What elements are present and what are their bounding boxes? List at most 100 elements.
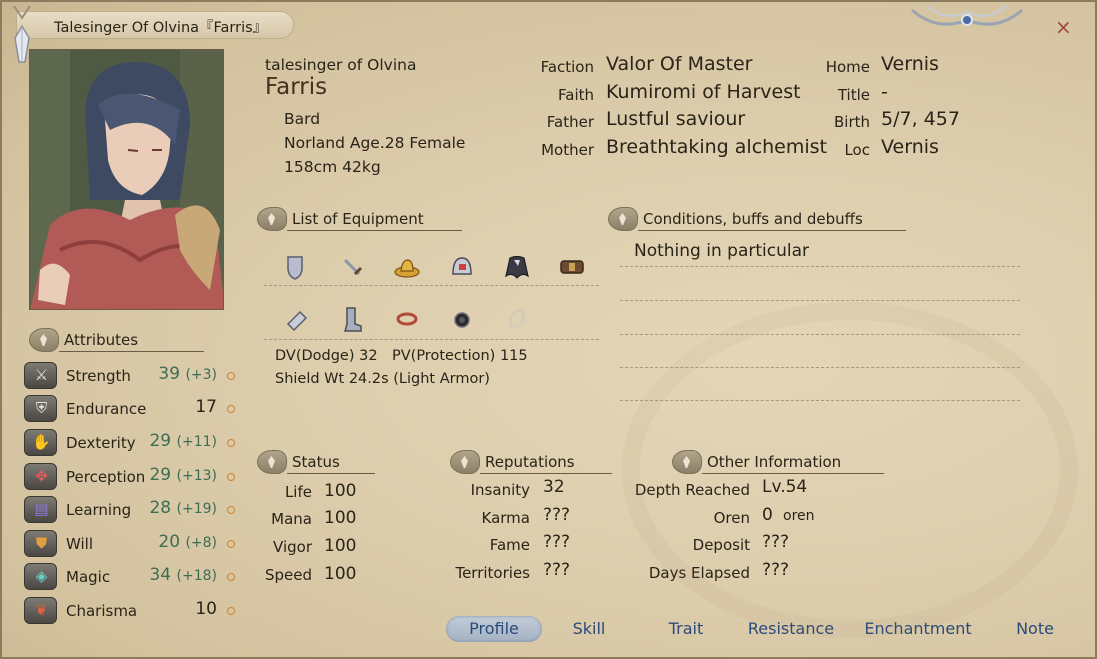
status-speed-label: Speed [264,566,312,584]
status-mana-label: Mana [271,510,312,528]
shield-icon: ⛊ [24,530,57,557]
header-icon [257,207,287,231]
attribute-will: ⛊ Will 20 (+8) [22,528,242,558]
potential-dot-icon [227,405,235,413]
birth-value: 5/7, 457 [881,108,960,130]
status-header: Status [257,450,377,474]
pv-stat: PV(Protection) 115 [392,348,528,364]
depth-label: Depth Reached [634,481,750,499]
attributes-header: Attributes [29,328,229,352]
depth-value: Lv.54 [762,477,808,497]
potential-dot-icon [227,439,235,447]
status-vigor-value: 100 [324,536,357,556]
karma-label: Karma [481,509,530,527]
fame-value: ??? [543,532,571,552]
helmet-icon[interactable] [447,252,477,282]
character-portrait [29,49,224,310]
attribute-magic: ◈ Magic 34 (+18) [22,561,242,591]
header-icon [29,328,59,352]
header-icon [672,450,702,474]
window-title: Talesinger Of Olvina『Farris』 [54,20,268,36]
faction-value: Valor Of Master [606,53,753,75]
ring-icon[interactable] [392,304,422,334]
tab-note[interactable]: Note [1007,616,1063,642]
potential-dot-icon [227,540,235,548]
territories-value: ??? [543,560,571,580]
hand-icon: ✋ [24,429,57,456]
attribute-endurance: ⛨ Endurance 17 [22,393,242,423]
days-value: ??? [762,560,790,580]
equipment-header: List of Equipment [257,207,467,231]
status-life-label: Life [284,483,312,501]
home-value: Vernis [881,53,939,75]
mother-value: Breathtaking alchemist [606,136,828,158]
character-origin: Norland Age.28 Female [284,134,466,152]
status-mana-value: 100 [324,508,357,528]
conditions-text: Nothing in particular [634,241,809,261]
hat-icon[interactable] [392,252,422,282]
armor-icon: ⛨ [24,395,57,422]
territories-label: Territories [455,564,530,582]
bracer-icon[interactable] [282,304,312,334]
deposit-label: Deposit [692,536,750,554]
father-label: Father [546,113,594,131]
other-info-header: Other Information [672,450,887,474]
home-label: Home [825,58,870,76]
potential-dot-icon [227,506,235,514]
title-value: - [881,81,888,103]
potential-dot-icon [227,473,235,481]
birth-label: Birth [833,113,870,131]
insanity-label: Insanity [470,481,530,499]
title-label: Title [837,86,870,104]
tab-skill[interactable]: Skill [557,616,621,642]
status-vigor-label: Vigor [273,538,312,556]
oren-value: 0 [762,505,773,525]
cloak-icon[interactable] [502,252,532,282]
boots-icon[interactable] [337,304,367,334]
faith-label: Faith [558,86,594,104]
rune-icon: ◈ [24,563,57,590]
book-icon: ▤ [24,496,57,523]
status-life-value: 100 [324,481,357,501]
sword-icon: ⚔ [24,362,57,389]
conditions-header: Conditions, buffs and debuffs [608,207,908,231]
shield-icon[interactable] [280,252,310,282]
tab-enchantment[interactable]: Enchantment [860,616,976,642]
tab-trait[interactable]: Trait [654,616,718,642]
character-alias: talesinger of Olvina [265,56,417,74]
empty-ring-icon[interactable] [502,304,532,334]
father-value: Lustful saviour [606,108,746,130]
oren-unit: oren [783,508,815,524]
oren-label: Oren [713,509,750,527]
potential-dot-icon [227,573,235,581]
faith-value: Kumiromi of Harvest [606,81,801,103]
belt-icon[interactable] [557,252,587,282]
header-icon [608,207,638,231]
eye-icon: ✥ [24,463,57,490]
character-window: Talesinger Of Olvina『Farris』 × Attribute… [0,0,1097,659]
loc-label: Loc [844,141,870,159]
attribute-learning: ▤ Learning 28 (+19) [22,494,242,524]
attribute-strength: ⚔ Strength 39 (+3) [22,360,242,390]
reputations-header: Reputations [450,450,615,474]
silver-ornament-icon [911,5,1023,26]
insanity-value: 32 [543,477,565,497]
character-size: 158cm 42kg [284,158,381,176]
potential-dot-icon [227,607,235,615]
fame-label: Fame [489,536,530,554]
tab-resistance[interactable]: Resistance [742,616,840,642]
heart-icon: ❦ [24,597,57,624]
attribute-dexterity: ✋ Dexterity 29 (+11) [22,427,242,457]
dagger-icon[interactable] [337,252,367,282]
karma-value: ??? [543,505,571,525]
faction-label: Faction [540,58,594,76]
deposit-value: ??? [762,532,790,552]
mother-label: Mother [541,141,594,159]
close-button[interactable]: × [1055,15,1072,39]
character-class: Bard [284,110,321,128]
tab-profile[interactable]: Profile [446,616,542,642]
header-icon [450,450,480,474]
attribute-charisma: ❦ Charisma 10 [22,595,242,625]
potential-dot-icon [227,372,235,380]
amulet-icon[interactable] [447,304,477,334]
